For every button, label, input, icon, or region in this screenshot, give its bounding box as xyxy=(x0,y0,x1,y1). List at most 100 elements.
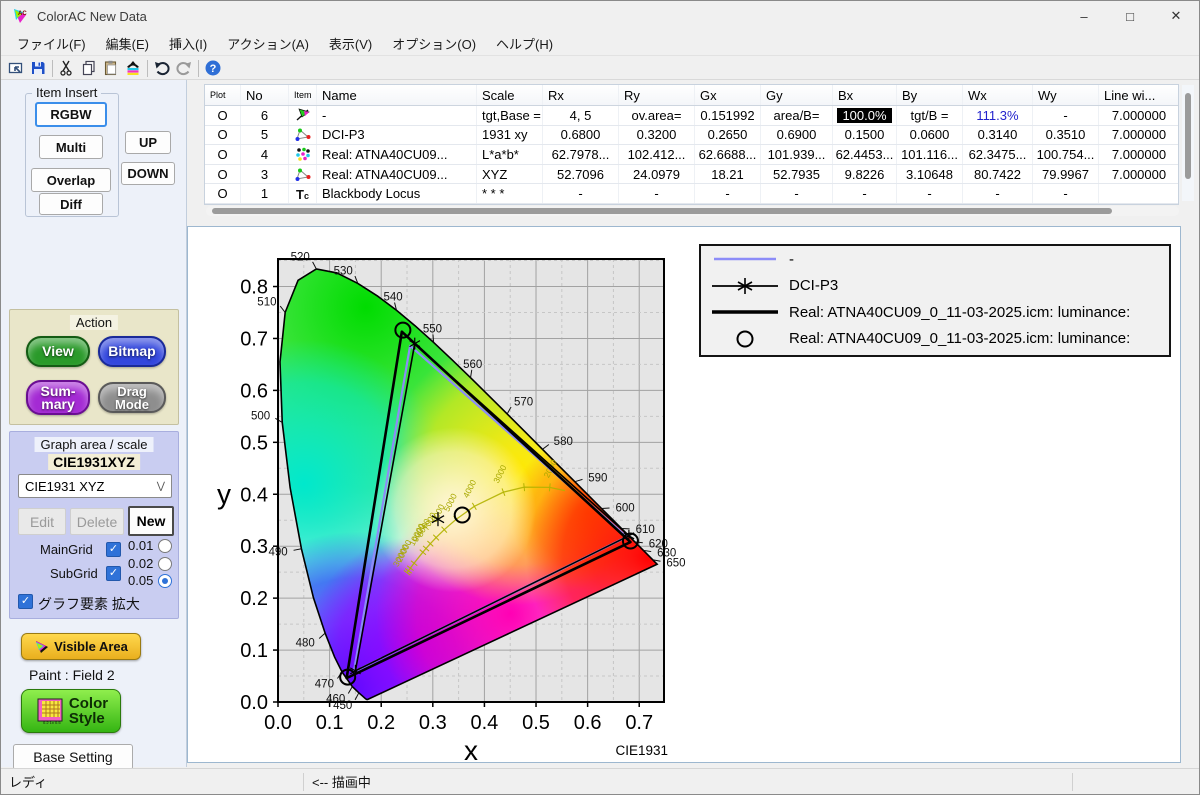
col-header-scale[interactable]: Scale xyxy=(477,85,543,105)
col-header-item[interactable]: Item xyxy=(289,85,317,105)
down-button[interactable]: DOWN xyxy=(121,162,175,185)
drag-mode-button[interactable]: Drag Mode xyxy=(98,382,166,413)
undo-icon[interactable] xyxy=(151,58,173,78)
view-button[interactable]: View xyxy=(26,336,90,367)
col-header-wx[interactable]: Wx xyxy=(963,85,1033,105)
cell-ry[interactable]: 102.412... xyxy=(619,145,695,164)
cell-rx[interactable]: 0.6800 xyxy=(543,126,619,145)
cell-no[interactable]: 6 xyxy=(241,106,289,125)
cell-line-wi-[interactable]: 7.000000 xyxy=(1099,165,1180,184)
cell-scale[interactable]: XYZ xyxy=(477,165,543,184)
plot-toggle[interactable]: O xyxy=(205,126,241,145)
copy-icon[interactable] xyxy=(78,58,100,78)
col-header-no[interactable]: No xyxy=(241,85,289,105)
cell-ry[interactable]: ov.area= xyxy=(619,106,695,125)
export-icon[interactable] xyxy=(5,58,27,78)
cell-rx[interactable]: 62.7978... xyxy=(543,145,619,164)
cell-gy[interactable]: - xyxy=(761,184,833,203)
cell-wx[interactable]: 111.3% xyxy=(963,106,1033,125)
new-button[interactable]: New xyxy=(128,506,174,536)
table-hscrollbar[interactable] xyxy=(206,206,1179,216)
diff-button[interactable]: Diff xyxy=(39,193,103,215)
table-row-5[interactable]: O5 DCI-P31931 xy0.68000.32000.26500.69000… xyxy=(205,126,1178,146)
cell-no[interactable]: 5 xyxy=(241,126,289,145)
cell-line-wi-[interactable]: 7.000000 xyxy=(1099,145,1180,164)
menu-item-5[interactable]: オプション(O) xyxy=(382,31,486,56)
table-vscrollbar[interactable] xyxy=(1182,85,1194,201)
cell-wx[interactable]: - xyxy=(963,184,1033,203)
plot-toggle[interactable]: O xyxy=(205,184,241,203)
menu-item-0[interactable]: ファイル(F) xyxy=(7,31,96,56)
base-setting-button[interactable]: Base Setting xyxy=(13,744,133,770)
col-header-line-wi-[interactable]: Line wi... xyxy=(1099,85,1180,105)
cut-icon[interactable] xyxy=(56,58,78,78)
cell-gx[interactable]: 0.151992 xyxy=(695,106,761,125)
cell-ry[interactable]: - xyxy=(619,184,695,203)
visible-area-button[interactable]: Visible Area xyxy=(21,633,141,660)
cell-rx[interactable]: - xyxy=(543,184,619,203)
cell-gy[interactable]: area/B= xyxy=(761,106,833,125)
vscroll-thumb[interactable] xyxy=(1185,93,1191,179)
help-icon[interactable]: ? xyxy=(202,58,224,78)
col-header-name[interactable]: Name xyxy=(317,85,477,105)
delete-button[interactable]: Delete xyxy=(70,508,124,535)
plot-toggle[interactable]: O xyxy=(205,106,241,125)
subgrid-checkbox[interactable]: ✓ xyxy=(106,566,121,581)
cell-wx[interactable]: 80.7422 xyxy=(963,165,1033,184)
cell-wy[interactable]: 100.754... xyxy=(1033,145,1099,164)
plot-toggle[interactable]: O xyxy=(205,165,241,184)
menu-item-3[interactable]: アクション(A) xyxy=(217,31,319,56)
col-header-rx[interactable]: Rx xyxy=(543,85,619,105)
cell-gx[interactable]: 18.21 xyxy=(695,165,761,184)
cell-name[interactable]: Real: ATNA40CU09... xyxy=(317,165,477,184)
cell-rx[interactable]: 52.7096 xyxy=(543,165,619,184)
menu-item-2[interactable]: 挿入(I) xyxy=(159,31,217,56)
cell-scale[interactable]: * * * xyxy=(477,184,543,203)
cell-scale[interactable]: L*a*b* xyxy=(477,145,543,164)
cell-bx[interactable]: 0.1500 xyxy=(833,126,897,145)
bitmap-button[interactable]: Bitmap xyxy=(98,336,166,367)
cell-gx[interactable]: - xyxy=(695,184,761,203)
cell-wy[interactable]: - xyxy=(1033,106,1099,125)
cell-bx[interactable]: 9.8226 xyxy=(833,165,897,184)
cell-name[interactable]: - xyxy=(317,106,477,125)
col-header-by[interactable]: By xyxy=(897,85,963,105)
cell-ry[interactable]: 0.3200 xyxy=(619,126,695,145)
menu-item-1[interactable]: 編集(E) xyxy=(96,31,159,56)
close-button[interactable]: ✕ xyxy=(1153,1,1199,31)
cell-bx[interactable]: - xyxy=(833,184,897,203)
scale-dropdown[interactable]: CIE1931 XYZ ⋁ xyxy=(18,474,172,498)
cell-scale[interactable]: 1931 xy xyxy=(477,126,543,145)
grid-step-radio-005[interactable] xyxy=(158,574,172,588)
paste-icon[interactable] xyxy=(100,58,122,78)
grid-step-radio-002[interactable] xyxy=(158,557,172,571)
cell-wy[interactable]: 79.9967 xyxy=(1033,165,1099,184)
save-icon[interactable] xyxy=(27,58,49,78)
cell-scale[interactable]: tgt,Base = xyxy=(477,106,543,125)
cell-wy[interactable]: - xyxy=(1033,184,1099,203)
col-header-gy[interactable]: Gy xyxy=(761,85,833,105)
minimize-button[interactable]: – xyxy=(1061,1,1107,31)
cell-gy[interactable]: 0.6900 xyxy=(761,126,833,145)
cell-by[interactable]: - xyxy=(897,184,963,203)
table-row-3[interactable]: O3Real: ATNA40CU09...XYZ52.709624.097918… xyxy=(205,165,1178,185)
edit-button[interactable]: Edit xyxy=(18,508,66,535)
maximize-button[interactable]: □ xyxy=(1107,1,1153,31)
col-header-ry[interactable]: Ry xyxy=(619,85,695,105)
cell-name[interactable]: DCI-P3 xyxy=(317,126,477,145)
maingrid-checkbox[interactable]: ✓ xyxy=(106,542,121,557)
cell-gy[interactable]: 52.7935 xyxy=(761,165,833,184)
cell-gx[interactable]: 0.2650 xyxy=(695,126,761,145)
table-row-4[interactable]: O4Real: ATNA40CU09...L*a*b*62.7978...102… xyxy=(205,145,1178,165)
cell-gx[interactable]: 62.6688... xyxy=(695,145,761,164)
cell-name[interactable]: Blackbody Locus xyxy=(317,184,477,203)
col-header-bx[interactable]: Bx xyxy=(833,85,897,105)
cell-line-wi-[interactable] xyxy=(1099,184,1180,203)
cell-line-wi-[interactable]: 7.000000 xyxy=(1099,126,1180,145)
menu-item-6[interactable]: ヘルプ(H) xyxy=(486,31,563,56)
up-button[interactable]: UP xyxy=(125,131,171,154)
hscroll-thumb[interactable] xyxy=(212,208,1112,214)
grid-step-radio-001[interactable] xyxy=(158,539,172,553)
cell-by[interactable]: 101.116... xyxy=(897,145,963,164)
cell-wx[interactable]: 62.3475... xyxy=(963,145,1033,164)
